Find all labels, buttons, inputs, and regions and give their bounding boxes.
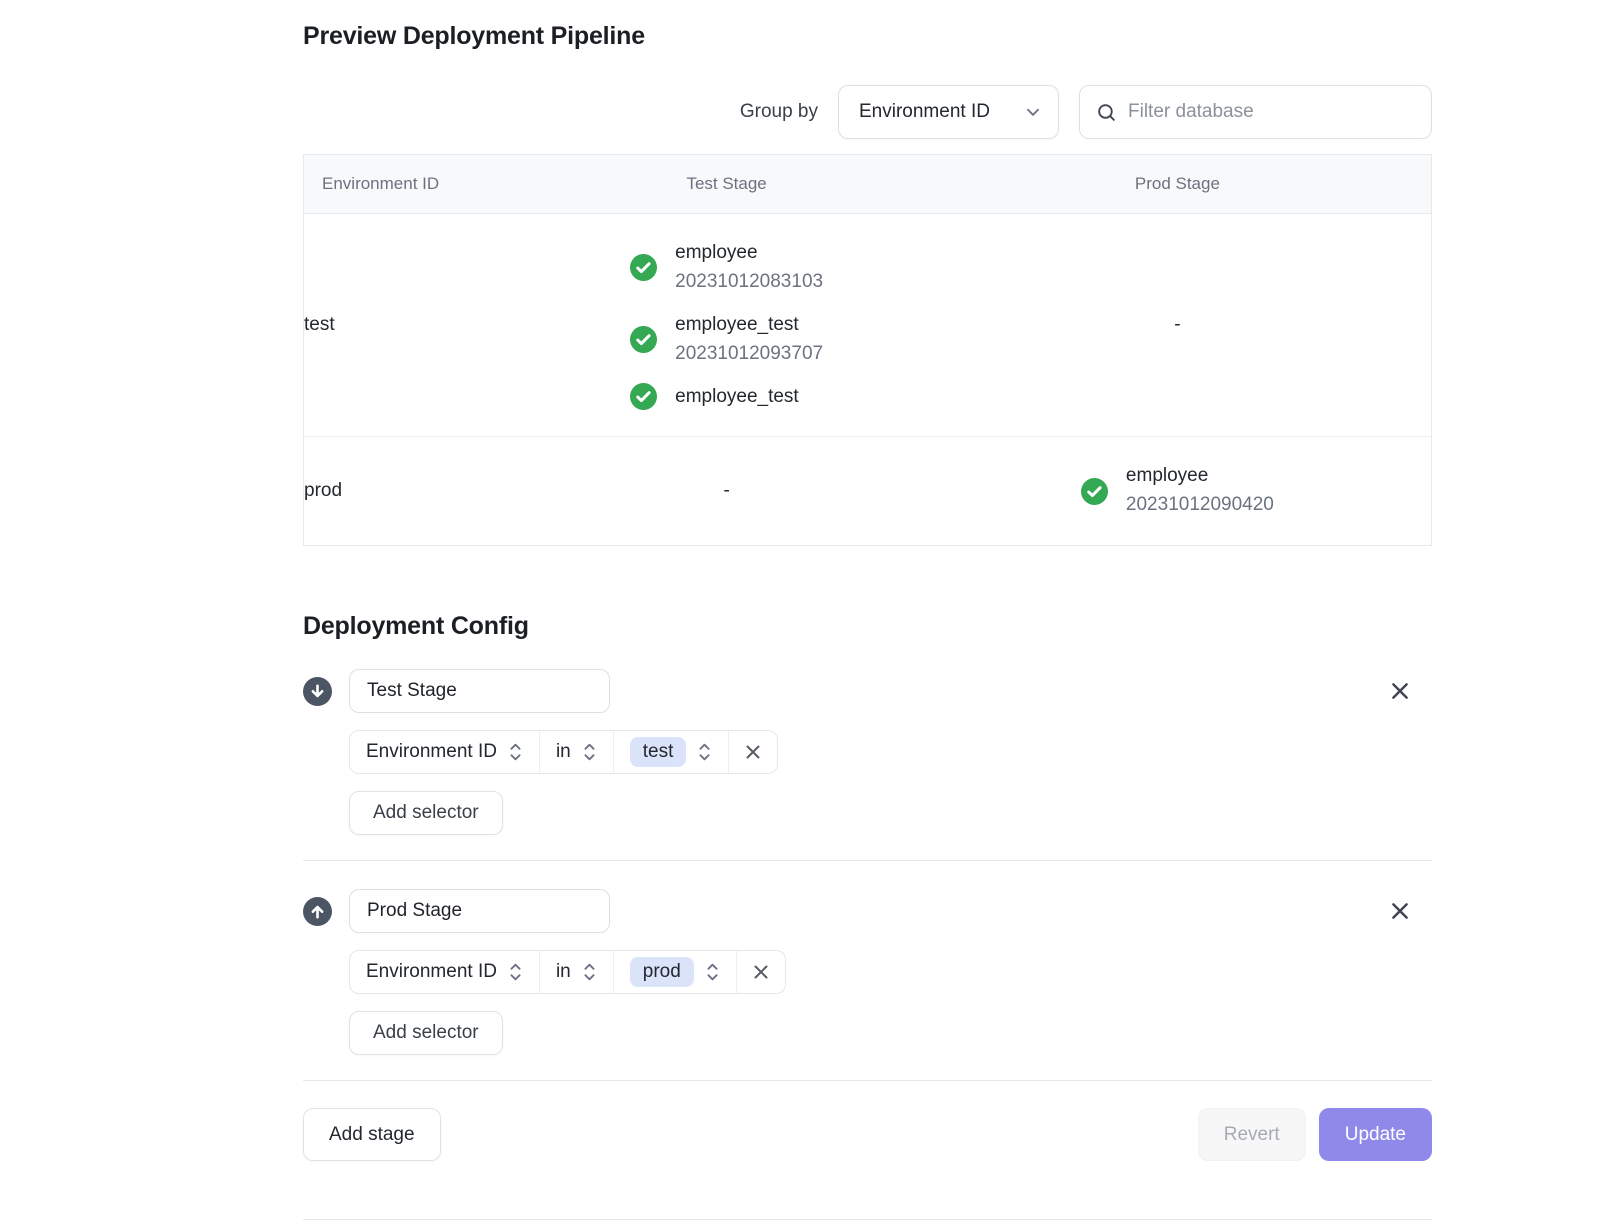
updown-chevrons-icon [582,741,597,763]
test-stage-cell: employee20231012083103employee_test20231… [529,214,923,436]
updown-chevrons-icon [582,961,597,983]
remove-stage-button[interactable] [1384,675,1416,707]
stage-down-arrow-icon [303,677,332,706]
environment-cell: test [304,214,529,436]
add-selector-button[interactable]: Add selector [349,791,503,835]
environment-cell: prod [304,437,529,545]
filter-database-box [1079,85,1432,139]
database-list: employee20231012083103employee_test20231… [630,239,823,411]
selector-operator-value: in [556,961,571,983]
test-stage-cell: - [529,437,923,545]
selector-key-value: Environment ID [366,961,497,983]
stages-list: Environment IDintestAdd selectorEnvironm… [303,641,1432,1081]
close-icon [743,742,763,762]
update-button[interactable]: Update [1319,1108,1432,1161]
column-header-environment-id: Environment ID [304,174,529,194]
group-by-select[interactable]: Environment ID [838,85,1059,139]
selector-rule: Environment ID in test [349,730,778,774]
success-check-icon [630,254,657,281]
selector-value-select[interactable]: prod [613,951,736,993]
filter-database-input[interactable] [1128,101,1415,123]
database-list: employee20231012090420 [1081,462,1274,520]
remove-selector-button[interactable] [736,951,785,993]
pipeline-table-header: Environment ID Test Stage Prod Stage [304,155,1431,214]
selector-key-select[interactable]: Environment ID [350,731,539,773]
stage-up-arrow-icon [303,897,332,926]
page-title: Preview Deployment Pipeline [303,22,1432,51]
database-deployment-item: employee_test [630,383,799,412]
success-check-icon [1081,478,1108,505]
toolbar: Group by Environment ID [303,85,1432,139]
revert-button[interactable]: Revert [1198,1108,1306,1161]
database-deployment-item: employee_test20231012093707 [630,311,823,369]
database-version: 20231012083103 [675,268,823,297]
database-name: employee [1126,462,1274,491]
selector-operator-select[interactable]: in [539,951,613,993]
selector-value-pill: test [630,737,687,767]
pipeline-table-body: testemployee20231012083103employee_test2… [304,214,1431,545]
prod-stage-cell: employee20231012090420 [924,437,1431,545]
selector-key-value: Environment ID [366,741,497,763]
selector-operator-value: in [556,741,571,763]
updown-chevrons-icon [508,741,523,763]
database-name: employee_test [675,383,799,412]
footer-actions: Add stage Revert Update [303,1108,1432,1161]
table-row: testemployee20231012083103employee_test2… [304,214,1431,436]
group-by-value: Environment ID [859,101,990,123]
updown-chevrons-icon [508,961,523,983]
close-icon [751,962,771,982]
preview-deployment-panel: Preview Deployment Pipeline Group by Env… [303,0,1432,1220]
pipeline-table: Environment ID Test Stage Prod Stage tes… [303,154,1432,546]
empty-cell-dash: - [1174,314,1180,336]
database-deployment-item: employee20231012090420 [1081,462,1274,520]
remove-selector-button[interactable] [728,731,777,773]
database-deployment-item: employee20231012083103 [630,239,823,297]
group-by-label: Group by [740,101,818,123]
selector-value-pill: prod [630,957,694,987]
updown-chevrons-icon [697,741,712,763]
database-version: 20231012093707 [675,340,823,369]
stage-section: Environment ID in prod Add selector [303,861,1432,1081]
updown-chevrons-icon [705,961,720,983]
selector-operator-select[interactable]: in [539,731,613,773]
close-icon [1388,899,1412,923]
selector-key-select[interactable]: Environment ID [350,951,539,993]
success-check-icon [630,326,657,353]
prod-stage-cell: - [924,214,1431,436]
deployment-config-title: Deployment Config [303,612,1432,641]
remove-stage-button[interactable] [1384,895,1416,927]
add-selector-button[interactable]: Add selector [349,1011,503,1055]
search-icon [1096,102,1117,123]
selector-value-select[interactable]: test [613,731,729,773]
table-row: prod - employee20231012090420 [304,436,1431,545]
stage-name-input[interactable] [349,889,610,933]
add-stage-button[interactable]: Add stage [303,1108,441,1161]
database-name: employee [675,239,823,268]
database-name: employee_test [675,311,823,340]
empty-cell-dash: - [723,480,729,502]
database-version: 20231012090420 [1126,491,1274,520]
stage-section: Environment ID in test Add selector [303,641,1432,861]
chevron-down-icon [1024,103,1042,121]
column-header-test-stage: Test Stage [529,174,923,194]
close-icon [1388,679,1412,703]
column-header-prod-stage: Prod Stage [924,174,1431,194]
success-check-icon [630,383,657,410]
stage-name-input[interactable] [349,669,610,713]
selector-rule: Environment ID in prod [349,950,786,994]
